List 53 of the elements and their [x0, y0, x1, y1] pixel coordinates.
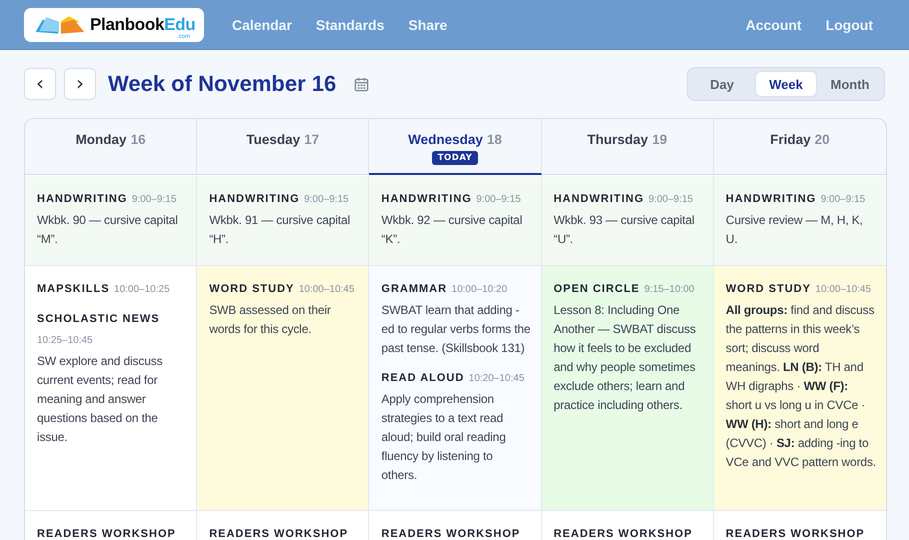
- lesson-text: Apply comprehension strategies to a text read aloud; build oral reading fluency by listening to others.: [381, 391, 507, 484]
- lesson-text: All groups: find and discuss the patterns in this week’s sort; discuss word meanings. LN (B): TH and WH digraphs · WW (F): short u vs long u in CVCe · WW (H): short and long e (CVVC) · SJ: adding -ing to VCe and VVC pattern words.: [726, 302, 876, 471]
- lesson-heading: READERS WORKSHOP: [381, 527, 522, 540]
- lesson-heading: OPEN CIRCLE 9:15–10:00: [554, 282, 696, 297]
- lesson-heading: READERS WORKSHOP: [554, 527, 694, 540]
- lesson-heading: READERS WORKSHOP: [726, 527, 866, 540]
- lesson-text: Lesson 8: Including One Another — SWBAT discuss how it feels to be excluded and why people sometimes exclude others; learn and practice including others.: [554, 302, 697, 414]
- lesson-heading: WORD STUDY 10:00–10:45: [726, 282, 872, 297]
- nav-link[interactable]: Logout: [814, 16, 885, 32]
- view-tab[interactable]: Month: [819, 71, 881, 97]
- lesson-text: Wkbk. 91 — cursive capital “H”.: [209, 212, 352, 248]
- lesson-heading: MAPSKILLS 10:00–10:25: [37, 282, 171, 297]
- day-date: 20: [814, 132, 830, 147]
- lesson-heading: HANDWRITING 9:00–9:15: [381, 192, 522, 207]
- nav-link[interactable]: Share: [396, 16, 460, 32]
- lesson-text: Wkbk. 93 — cursive capital “U”.: [554, 212, 696, 248]
- nav-link[interactable]: Calendar: [220, 16, 304, 32]
- lesson-heading: HANDWRITING 9:00–9:15: [554, 192, 694, 207]
- previous-week-button[interactable]: ‹: [24, 68, 56, 100]
- lesson-heading: READ ALOUD 10:20–10:45: [381, 371, 526, 386]
- nav-link[interactable]: Account: [734, 16, 814, 32]
- day-name: Wednesday: [408, 132, 483, 147]
- lesson-heading: GRAMMAR 10:00–10:20: [381, 282, 508, 297]
- book-icon: [34, 14, 86, 36]
- logo-text: PlanbookEdu: [90, 14, 196, 34]
- lesson-text: Cursive review — M, H, K, U.: [726, 212, 864, 248]
- day-date: 17: [304, 132, 320, 147]
- lesson-text: Wkbk. 90 — cursive capital “M”.: [37, 212, 179, 248]
- lesson-heading: READERS WORKSHOP: [209, 527, 350, 540]
- day-date: 18: [486, 132, 502, 147]
- lesson-heading: HANDWRITING 9:00–9:15: [726, 192, 866, 207]
- day-date: 19: [652, 132, 668, 147]
- view-tab[interactable]: Day: [691, 71, 753, 97]
- day-date: 16: [130, 132, 146, 147]
- day-name: Friday: [770, 132, 811, 147]
- lesson-text: SWBAT learn that adding -ed to regular verbs forms the past tense. (Skillsbook 131): [381, 302, 531, 357]
- week-title: Week of November 16: [108, 71, 336, 97]
- lesson-text: Wkbk. 92 — cursive capital “K”.: [381, 212, 524, 248]
- lesson-heading: SCHOLASTIC NEWS 10:25–10:45: [37, 312, 161, 348]
- lesson-text: SWB assessed on their words for this cycle.: [209, 302, 332, 338]
- lesson-heading: HANDWRITING 9:00–9:15: [37, 192, 178, 207]
- next-week-button[interactable]: ›: [64, 68, 96, 100]
- today-badge: TODAY: [432, 151, 478, 165]
- lesson-text: SW explore and discuss current events; read for meaning and answer questions based on the issue.: [37, 353, 164, 446]
- nav-link[interactable]: Standards: [304, 16, 396, 32]
- calendar-icon[interactable]: [354, 76, 370, 92]
- lesson-heading: READERS WORKSHOP: [37, 527, 177, 540]
- lesson-heading: WORD STUDY 10:00–10:45: [209, 282, 356, 297]
- lesson-heading: HANDWRITING 9:00–9:15: [209, 192, 350, 207]
- day-name: Tuesday: [246, 132, 300, 147]
- day-name: Thursday: [587, 132, 648, 147]
- view-tab[interactable]: Week: [755, 71, 817, 97]
- day-name: Monday: [76, 132, 127, 147]
